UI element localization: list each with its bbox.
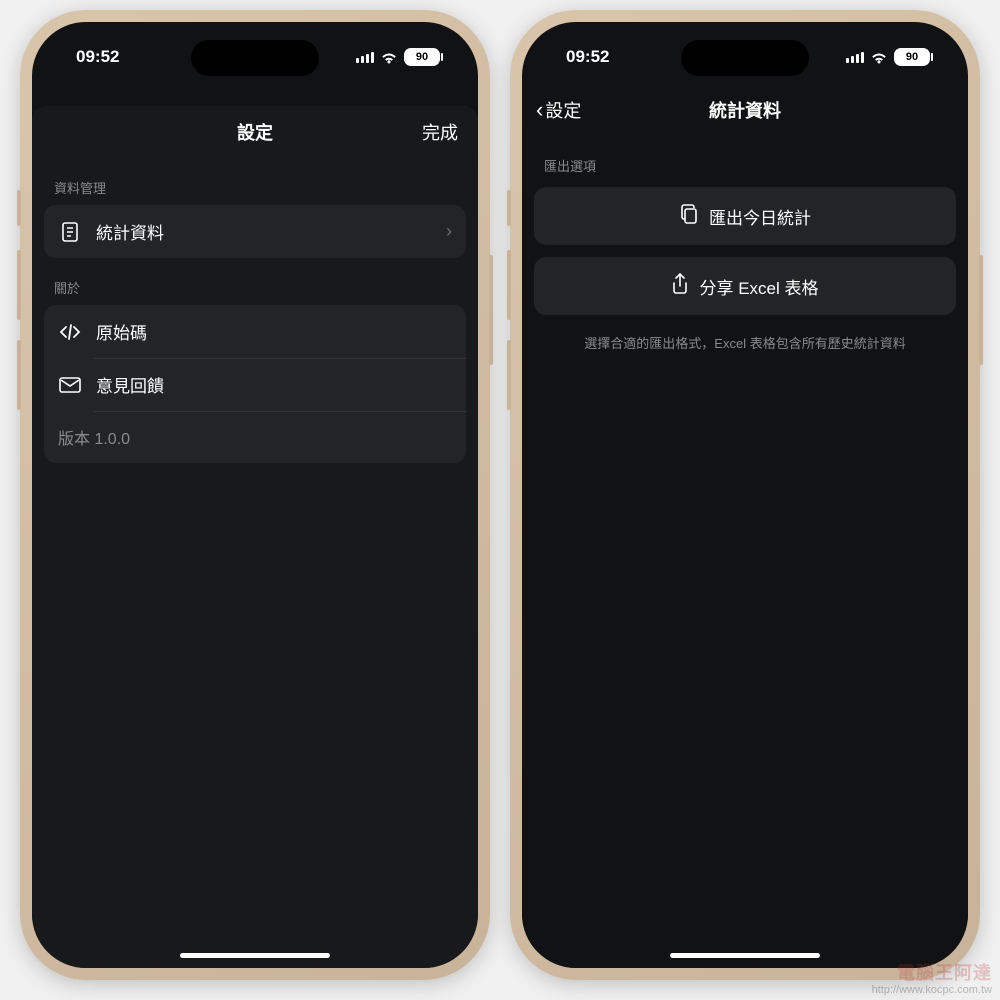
nav-bar-settings: 設定 完成 (32, 106, 478, 158)
dynamic-island (681, 40, 809, 76)
phone-left: 09:52 90 設定 完成 資料管理 (20, 10, 490, 980)
code-icon (58, 323, 82, 341)
row-feedback-label: 意見回饋 (96, 372, 452, 397)
copy-icon (679, 203, 699, 230)
section-header-about: 關於 (32, 258, 478, 305)
export-today-button[interactable]: 匯出今日統計 (534, 187, 956, 245)
export-hint: 選擇合適的匯出格式，Excel 表格包含所有歷史統計資料 (522, 327, 968, 358)
battery-indicator: 90 (894, 48, 930, 66)
section-header-export: 匯出選項 (522, 136, 968, 183)
status-time: 09:52 (566, 35, 609, 67)
status-indicators: 90 (846, 36, 930, 66)
share-icon (671, 273, 689, 300)
section-header-data: 資料管理 (32, 158, 478, 205)
watermark-url: http://www.kocpc.com.tw (872, 984, 992, 996)
list-group-about: 原始碼 意見回饋 版本 1.0.0 (44, 305, 466, 463)
home-indicator[interactable] (670, 953, 820, 958)
document-icon (58, 221, 82, 243)
back-button-label: 設定 (545, 97, 581, 123)
nav-title-statistics: 統計資料 (709, 97, 781, 123)
export-today-label: 匯出今日統計 (709, 204, 811, 229)
dynamic-island (191, 40, 319, 76)
volume-down-button (17, 340, 21, 410)
row-statistics[interactable]: 統計資料 › (44, 205, 466, 258)
row-source-code[interactable]: 原始碼 (44, 305, 466, 358)
statistics-page: ‹ 設定 統計資料 匯出選項 匯出今日統計 分享 Excel (522, 84, 968, 968)
wifi-icon (380, 51, 398, 64)
content-right: ‹ 設定 統計資料 匯出選項 匯出今日統計 分享 Excel (522, 84, 968, 968)
volume-down-button (507, 340, 511, 410)
row-feedback[interactable]: 意見回饋 (44, 358, 466, 411)
watermark-brand: 電腦王阿達 (872, 964, 992, 984)
battery-level: 90 (906, 51, 918, 63)
volume-up-button (507, 250, 511, 320)
chevron-right-icon: › (446, 221, 452, 242)
phone-right: 09:52 90 ‹ 設定 統計資料 匯出選項 (510, 10, 980, 980)
screen-right: 09:52 90 ‹ 設定 統計資料 匯出選項 (522, 22, 968, 968)
status-time: 09:52 (76, 35, 119, 67)
list-group-data: 統計資料 › (44, 205, 466, 258)
battery-indicator: 90 (404, 48, 440, 66)
volume-up-button (17, 250, 21, 320)
row-version-label: 版本 1.0.0 (58, 425, 452, 449)
screen-left: 09:52 90 設定 完成 資料管理 (32, 22, 478, 968)
mail-icon (58, 377, 82, 393)
watermark: 電腦王阿達 http://www.kocpc.com.tw (872, 964, 992, 996)
back-button[interactable]: ‹ 設定 (536, 84, 581, 136)
share-excel-label: 分享 Excel 表格 (699, 274, 818, 299)
share-excel-button[interactable]: 分享 Excel 表格 (534, 257, 956, 315)
done-button[interactable]: 完成 (422, 106, 458, 158)
cellular-signal-icon (356, 51, 374, 63)
settings-sheet: 設定 完成 資料管理 統計資料 › 關於 (32, 106, 478, 968)
side-button (17, 190, 21, 226)
status-indicators: 90 (356, 36, 440, 66)
power-button (979, 255, 983, 365)
battery-level: 90 (416, 51, 428, 63)
row-version: 版本 1.0.0 (44, 411, 466, 463)
wifi-icon (870, 51, 888, 64)
chevron-left-icon: ‹ (536, 99, 543, 121)
nav-title-settings: 設定 (237, 119, 273, 145)
home-indicator[interactable] (180, 953, 330, 958)
power-button (489, 255, 493, 365)
row-source-code-label: 原始碼 (96, 319, 452, 344)
cellular-signal-icon (846, 51, 864, 63)
row-statistics-label: 統計資料 (96, 219, 432, 244)
nav-bar-statistics: ‹ 設定 統計資料 (522, 84, 968, 136)
content-left: 設定 完成 資料管理 統計資料 › 關於 (32, 84, 478, 968)
side-button (507, 190, 511, 226)
